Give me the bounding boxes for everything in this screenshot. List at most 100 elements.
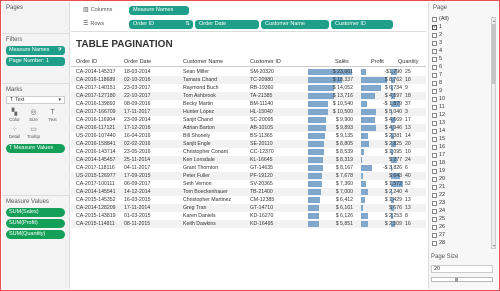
checkbox[interactable] <box>432 112 437 118</box>
table-row[interactable]: CA-2015-145352 16-03-2015 Christopher Mart… <box>71 196 426 204</box>
page-list-item[interactable]: 15 <box>432 135 488 143</box>
table-row[interactable]: CA-2016-143714 23-05-2016 Christopher Cona… <box>71 148 426 156</box>
page-list-item[interactable]: 21 <box>432 183 488 191</box>
table-row[interactable]: CA-2016-116904 23-09-2014 Sanjit Chand SC-2… <box>71 116 426 124</box>
checkbox[interactable] <box>432 120 437 126</box>
page-list-item[interactable]: 27 <box>432 231 488 239</box>
header-customer-name[interactable]: Customer Name <box>183 59 223 65</box>
measure-pill-quantity[interactable]: SUM(Quantity) <box>6 230 65 239</box>
table-row[interactable]: CA-2014-145317 18-03-2014 Sean Miller SM-20… <box>71 68 426 76</box>
page-list-item[interactable]: 14 <box>432 127 488 135</box>
checkbox[interactable] <box>432 160 437 166</box>
table-row[interactable]: CA-2016-139892 08-09-2016 Becky Martin BM-1… <box>71 100 426 108</box>
page-list-item[interactable]: (All) <box>432 15 488 23</box>
page-list-item[interactable]: 5 <box>432 55 488 63</box>
table-row[interactable]: CA-2017-166709 17-11-2017 Hunter Lopez HL-1… <box>71 108 426 116</box>
measure-pill-profit[interactable]: SUM(Profit) <box>6 219 65 228</box>
page-size-slider[interactable] <box>431 277 493 282</box>
table-row[interactable]: CA-2014-128209 17-11-2014 Greg Tran GT-1471… <box>71 204 426 212</box>
checkbox[interactable] <box>432 224 437 230</box>
page-list-item[interactable]: 18 <box>432 159 488 167</box>
checkbox[interactable] <box>432 136 437 142</box>
checkbox[interactable] <box>432 192 437 198</box>
page-list-item[interactable]: 12 <box>432 111 488 119</box>
table-row[interactable]: CA-2017-140151 23-03-2017 Raymond Buch RB-1… <box>71 84 426 92</box>
checkbox[interactable] <box>432 208 437 214</box>
checkbox[interactable] <box>432 104 437 110</box>
checkbox[interactable] <box>432 88 437 94</box>
page-list-item[interactable]: 11 <box>432 103 488 111</box>
marks-measure-values-pill[interactable]: T Measure Values <box>6 144 65 153</box>
rows-pill-order-date[interactable]: Order Date <box>195 20 259 29</box>
marks-text-button[interactable]: T Text <box>44 108 61 122</box>
scroll-up-icon[interactable]: ▴ <box>492 18 496 23</box>
filter-pill-measure-names[interactable]: Measure Names ⧩ <box>6 46 65 55</box>
mark-type-dropdown[interactable]: T Text ▾ <box>6 96 65 104</box>
checkbox[interactable] <box>432 16 437 22</box>
measure-pill-sales[interactable]: SUM(Sales) <box>6 208 65 217</box>
sort-icon[interactable]: ≡ <box>343 58 346 63</box>
page-list-item[interactable]: 3 <box>432 39 488 47</box>
page-list-item[interactable]: 24 <box>432 207 488 215</box>
scroll-down-icon[interactable]: ▾ <box>492 243 496 248</box>
rows-pill-customer-id[interactable]: Customer ID <box>331 20 393 29</box>
page-list-item[interactable]: 26 <box>432 223 488 231</box>
page-list-item[interactable]: 13 <box>432 119 488 127</box>
checkbox[interactable] <box>432 168 437 174</box>
page-list-item[interactable]: 25 <box>432 215 488 223</box>
header-customer-id[interactable]: Customer ID <box>250 59 281 65</box>
table-row[interactable]: CA-2017-118116 04-11-2017 Grant Thornton GT… <box>71 164 426 172</box>
page-list-item[interactable]: 16 <box>432 143 488 151</box>
marks-detail-button[interactable]: ⁘ Detail <box>6 125 23 139</box>
header-profit[interactable]: Profit <box>371 59 384 65</box>
checkbox[interactable] <box>432 232 437 238</box>
header-quantity[interactable]: Quantity <box>398 59 418 65</box>
page-list-item[interactable]: 1 <box>432 23 488 31</box>
page-list-item[interactable]: 10 <box>432 95 488 103</box>
pages-card[interactable]: Pages <box>2 2 69 34</box>
checkbox[interactable] <box>432 72 437 78</box>
header-order-date[interactable]: Order Date <box>124 59 151 65</box>
rows-pill-order-id[interactable]: Order ID ⇅ <box>129 20 193 29</box>
header-order-id[interactable]: Order ID <box>76 59 97 65</box>
checkbox[interactable] <box>432 64 437 70</box>
table-row[interactable]: CA-2016-118689 02-10-2016 Tamara Chand TC-2… <box>71 76 426 84</box>
page-list-item[interactable]: 20 <box>432 175 488 183</box>
page-list-item[interactable]: 9 <box>432 87 488 95</box>
checkbox[interactable] <box>432 48 437 54</box>
checkbox[interactable] <box>432 240 437 246</box>
page-list-item[interactable]: 7 <box>432 71 488 79</box>
checkbox[interactable] <box>432 40 437 46</box>
checkbox[interactable] <box>432 200 437 206</box>
marks-size-button[interactable]: ◎ Size <box>25 108 42 122</box>
page-list-item[interactable]: 19 <box>432 167 488 175</box>
table-row[interactable]: CA-2015-143819 01-03-2015 Karen Daniels KD-… <box>71 212 426 220</box>
page-list-item[interactable]: 22 <box>432 191 488 199</box>
table-row[interactable]: CA-2014-145457 25-11-2014 Ken Lonsdale KL-1… <box>71 156 426 164</box>
table-row[interactable]: CA-2017-127180 22-10-2017 Tom Ashbrook TA-2… <box>71 92 426 100</box>
checkbox[interactable] <box>432 80 437 86</box>
table-row[interactable]: CA-2014-145541 14-12-2014 Tom Boeckenhauer… <box>71 188 426 196</box>
page-list-item[interactable]: 2 <box>432 31 488 39</box>
checkbox[interactable] <box>432 32 437 38</box>
checkbox[interactable] <box>432 56 437 62</box>
header-sales[interactable]: Sales <box>335 59 349 65</box>
checkbox[interactable] <box>432 184 437 190</box>
checkbox[interactable] <box>432 23 437 31</box>
rows-pill-customer-name[interactable]: Customer Name <box>261 20 329 29</box>
table-row[interactable]: CA-2017-100111 06-09-2017 Seth Vernon SV-20… <box>71 180 426 188</box>
scroll-thumb[interactable] <box>492 24 496 84</box>
page-list-item[interactable]: 28 <box>432 239 488 247</box>
table-row[interactable]: US-2016-107440 16-04-2016 Bill Shonely BS-1… <box>71 132 426 140</box>
marks-tooltip-button[interactable]: ▭ Tooltip <box>25 125 42 139</box>
table-row[interactable]: CA-2016-158841 02-02-2016 Sanjit Engle SE-2… <box>71 140 426 148</box>
page-list-item[interactable]: 8 <box>432 79 488 87</box>
marks-color-button[interactable]: ▚ Color <box>6 108 23 122</box>
page-list-item[interactable]: 17 <box>432 151 488 159</box>
checkbox[interactable] <box>432 216 437 222</box>
page-list-item[interactable]: 6 <box>432 63 488 71</box>
checkbox[interactable] <box>432 96 437 102</box>
columns-shelf[interactable]: ▥ Columns Measure Names <box>71 4 426 16</box>
page-list-item[interactable]: 23 <box>432 199 488 207</box>
filter-pill-page-number[interactable]: Page Number: 1 <box>6 57 65 66</box>
